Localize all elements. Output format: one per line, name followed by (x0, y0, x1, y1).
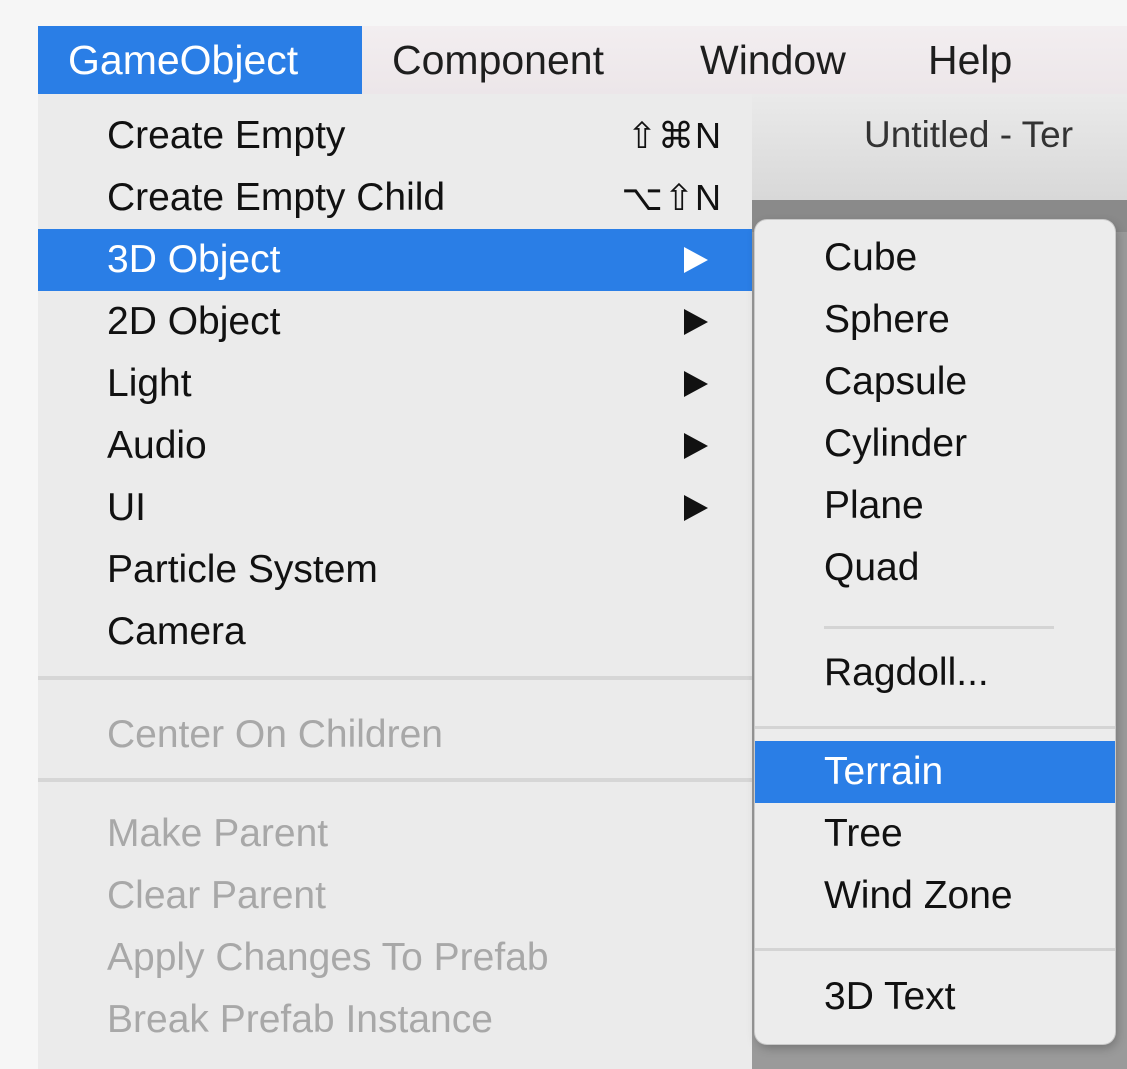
submenu-item-label: Sphere (824, 298, 950, 341)
menu-component-label: Component (392, 37, 604, 83)
menu-item-center-on-children[interactable]: Center On Children (38, 704, 752, 766)
menu-item-label: Light (107, 362, 192, 405)
submenu-item-sphere[interactable]: Sphere (755, 289, 1115, 351)
submenu-item-label: Capsule (824, 360, 968, 403)
gameobject-dropdown-menu: Create Empty ⇧⌘N Create Empty Child ⌥⇧N … (38, 94, 752, 1069)
submenu-arrow-icon (684, 247, 708, 273)
screen-area: GameObject Component Window Help Untitle… (38, 26, 1127, 1069)
menu-item-label: UI (107, 486, 146, 529)
submenu-item-label: Ragdoll... (824, 651, 989, 694)
submenu-item-cylinder[interactable]: Cylinder (755, 413, 1115, 475)
menu-item-audio[interactable]: Audio (38, 415, 752, 477)
shortcut-label: ⇧⌘N (626, 115, 722, 156)
menu-item-label: Apply Changes To Prefab (107, 936, 549, 979)
menu-bar: GameObject Component Window Help (38, 26, 1127, 94)
menu-item-3d-object[interactable]: 3D Object (38, 229, 752, 291)
screenshot-frame: GameObject Component Window Help Untitle… (0, 0, 1127, 1069)
menu-item-label: Clear Parent (107, 874, 326, 917)
submenu-separator (824, 626, 1054, 629)
submenu-item-plane[interactable]: Plane (755, 475, 1115, 537)
submenu-item-quad[interactable]: Quad (755, 537, 1115, 599)
menu-window-label: Window (700, 37, 846, 83)
menu-item-label: Audio (107, 424, 207, 467)
menu-component[interactable]: Component (392, 26, 652, 94)
3d-object-submenu: Cube Sphere Capsule Cylinder Plane Quad … (755, 220, 1115, 1044)
menu-item-label: 3D Object (107, 238, 281, 281)
submenu-item-tree[interactable]: Tree (755, 803, 1115, 865)
menu-separator (38, 778, 752, 782)
menu-help[interactable]: Help (928, 26, 1038, 94)
menu-window[interactable]: Window (700, 26, 880, 94)
menu-item-label: Camera (107, 610, 246, 653)
submenu-item-label: Tree (824, 812, 903, 855)
menu-item-particle-system[interactable]: Particle System (38, 539, 752, 601)
submenu-item-terrain[interactable]: Terrain (755, 741, 1115, 803)
menu-item-light[interactable]: Light (38, 353, 752, 415)
menu-separator (38, 676, 752, 680)
submenu-item-capsule[interactable]: Capsule (755, 351, 1115, 413)
menu-item-camera[interactable]: Camera (38, 601, 752, 663)
submenu-item-ragdoll[interactable]: Ragdoll... (755, 642, 1115, 704)
menu-item-label: Particle System (107, 548, 378, 591)
menu-item-label: Center On Children (107, 713, 443, 756)
menu-item-break-prefab-instance[interactable]: Break Prefab Instance (38, 989, 752, 1051)
menu-item-label: Break Prefab Instance (107, 998, 493, 1041)
submenu-item-wind-zone[interactable]: Wind Zone (755, 865, 1115, 927)
submenu-item-label: Terrain (824, 750, 944, 793)
submenu-item-label: Wind Zone (824, 874, 1013, 917)
submenu-separator (755, 948, 1115, 951)
submenu-item-cube[interactable]: Cube (755, 227, 1115, 289)
submenu-arrow-icon (684, 371, 708, 397)
menu-item-label: 2D Object (107, 300, 281, 343)
shortcut-label: ⌥⇧N (621, 177, 722, 218)
submenu-item-label: Cube (824, 236, 918, 279)
menu-gameobject[interactable]: GameObject (38, 26, 362, 94)
menu-help-label: Help (928, 37, 1013, 83)
editor-window-title: Untitled - Ter (864, 114, 1074, 155)
menu-item-create-empty-child[interactable]: Create Empty Child ⌥⇧N (38, 167, 752, 229)
submenu-arrow-icon (684, 309, 708, 335)
menu-item-ui[interactable]: UI (38, 477, 752, 539)
menu-gameobject-label: GameObject (68, 37, 299, 83)
menu-item-label: Create Empty (107, 114, 346, 157)
submenu-item-label: Plane (824, 484, 924, 527)
menu-item-clear-parent[interactable]: Clear Parent (38, 865, 752, 927)
menu-item-apply-changes-to-prefab[interactable]: Apply Changes To Prefab (38, 927, 752, 989)
menu-item-2d-object[interactable]: 2D Object (38, 291, 752, 353)
menu-item-make-parent[interactable]: Make Parent (38, 803, 752, 865)
submenu-arrow-icon (684, 495, 708, 521)
submenu-item-label: Quad (824, 546, 920, 589)
menu-item-label: Create Empty Child (107, 176, 446, 219)
menu-item-create-empty[interactable]: Create Empty ⇧⌘N (38, 105, 752, 167)
submenu-item-label: Cylinder (824, 422, 968, 465)
submenu-arrow-icon (684, 433, 708, 459)
editor-window-titlebar: Untitled - Ter (752, 94, 1127, 200)
submenu-item-label: 3D Text (824, 975, 956, 1018)
menu-item-label: Make Parent (107, 812, 329, 855)
submenu-item-3d-text[interactable]: 3D Text (755, 966, 1115, 1028)
submenu-separator (755, 726, 1115, 729)
